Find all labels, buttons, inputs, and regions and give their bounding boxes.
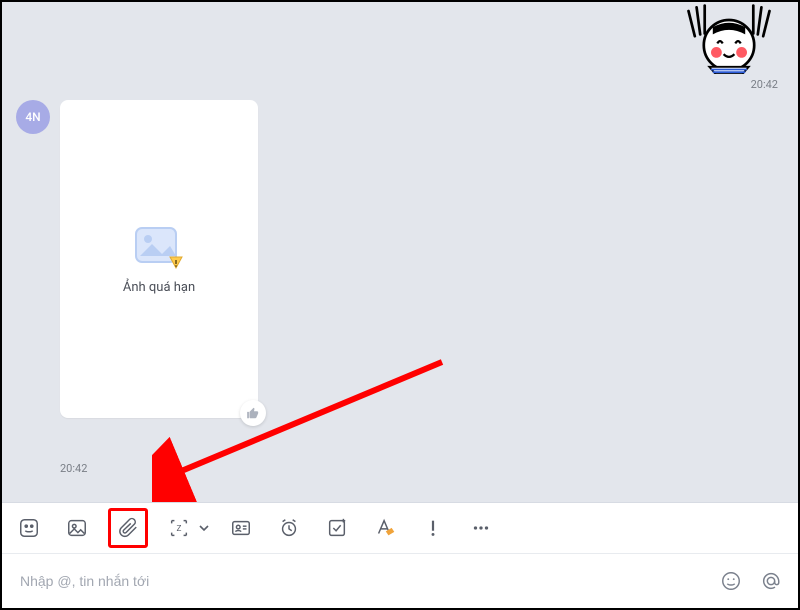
message-input[interactable] — [18, 572, 720, 590]
sticker-button[interactable] — [12, 511, 46, 545]
image-expired-label: Ảnh quá hạn — [123, 280, 195, 295]
sticker-image[interactable] — [674, 2, 784, 74]
chat-window: 20:42 4N Ảnh quá hạn 20:42 — [0, 0, 800, 610]
svg-text:Z: Z — [177, 524, 182, 534]
image-bubble[interactable]: Ảnh quá hạn — [60, 100, 258, 418]
mention-button[interactable] — [760, 570, 782, 592]
message-toolbar: Z — [2, 502, 798, 553]
avatar[interactable]: 4N — [16, 100, 50, 134]
message-timestamp: 20:42 — [751, 78, 778, 91]
image-button[interactable] — [60, 511, 94, 545]
broken-image-icon — [132, 224, 186, 270]
emoji-button[interactable] — [720, 570, 742, 592]
message-timestamp: 20:42 — [60, 462, 87, 475]
incoming-message: 4N Ảnh quá hạn — [16, 100, 258, 418]
message-list: 20:42 4N Ảnh quá hạn 20:42 — [2, 2, 798, 502]
more-button[interactable] — [464, 511, 498, 545]
task-button[interactable] — [320, 511, 354, 545]
like-button[interactable] — [240, 400, 266, 426]
format-button[interactable] — [368, 511, 402, 545]
priority-button[interactable] — [416, 511, 450, 545]
message-input-row — [2, 553, 798, 608]
contact-card-button[interactable] — [224, 511, 258, 545]
reminder-button[interactable] — [272, 511, 306, 545]
screenshot-button[interactable]: Z — [162, 511, 196, 545]
screenshot-dropdown[interactable] — [198, 522, 210, 534]
outgoing-message: 20:42 — [674, 2, 784, 91]
attach-file-button[interactable] — [108, 508, 148, 548]
